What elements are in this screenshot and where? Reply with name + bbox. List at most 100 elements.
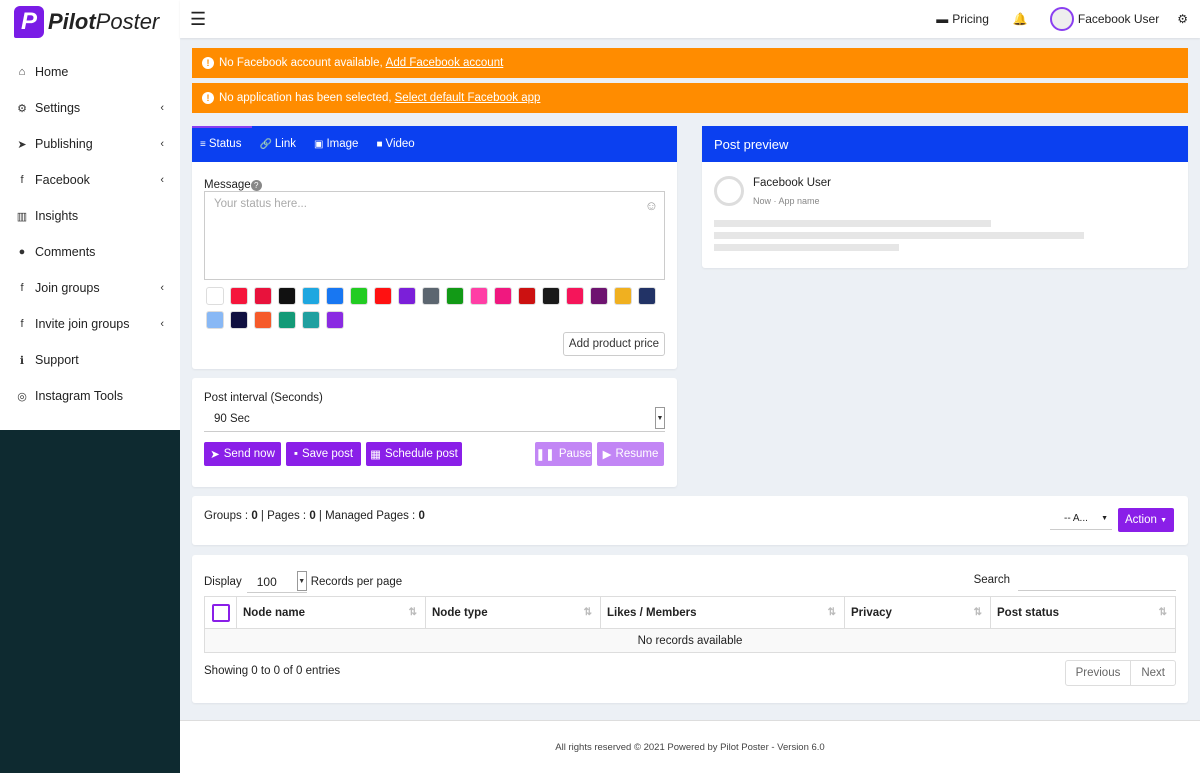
- tab-label: Video: [385, 138, 415, 150]
- save-post-button[interactable]: ▪ Save post: [286, 442, 361, 466]
- column-node-name[interactable]: Node name ⇅: [236, 596, 426, 629]
- sidebar-item-insights[interactable]: ▥ Insights: [0, 198, 180, 234]
- add-product-price-button[interactable]: Add product price: [563, 332, 665, 356]
- table-row: No records available: [204, 628, 1176, 653]
- sidebar-item-support[interactable]: ℹ Support: [0, 342, 180, 378]
- tab-image[interactable]: ▣ Image: [314, 138, 358, 150]
- sidebar-item-comments[interactable]: ● Comments: [0, 234, 180, 270]
- column-node-type[interactable]: Node type ⇅: [425, 596, 601, 629]
- alert-text: No application has been selected,: [219, 92, 392, 104]
- color-swatch[interactable]: [422, 287, 440, 305]
- user-menu[interactable]: Facebook User: [1049, 7, 1160, 31]
- pause-button[interactable]: ❚❚ Pause: [535, 442, 592, 466]
- message-textarea[interactable]: Your status here... ☺: [204, 191, 665, 280]
- color-swatch[interactable]: [278, 287, 296, 305]
- color-swatch[interactable]: [494, 287, 512, 305]
- color-swatch[interactable]: [590, 287, 608, 305]
- caret-down-icon: ▼: [1101, 515, 1108, 522]
- select-facebook-app-link[interactable]: Select default Facebook app: [395, 92, 541, 104]
- color-swatch[interactable]: [302, 287, 320, 305]
- caret-down-icon: ▼: [1160, 516, 1168, 524]
- color-swatch[interactable]: [254, 311, 272, 329]
- column-label: Privacy: [851, 606, 892, 619]
- schedule-post-button[interactable]: ▦ Schedule post: [366, 442, 462, 466]
- money-icon: ▬: [936, 12, 949, 26]
- emoji-icon[interactable]: ☺: [645, 198, 658, 213]
- message-label: Message: [204, 179, 251, 191]
- color-swatch[interactable]: [446, 287, 464, 305]
- sidebar-item-facebook[interactable]: f Facebook ‹: [0, 162, 180, 198]
- tab-label: Image: [326, 138, 359, 150]
- sidebar-item-settings[interactable]: ⚙ Settings ‹: [0, 90, 180, 126]
- resume-button[interactable]: ▶ Resume: [597, 442, 664, 466]
- column-likes-members[interactable]: Likes / Members ⇅: [600, 596, 845, 629]
- color-swatch[interactable]: [350, 287, 368, 305]
- tab-video[interactable]: ■ Video: [376, 138, 414, 150]
- sidebar-item-join-groups[interactable]: f Join groups ‹: [0, 270, 180, 306]
- color-swatch[interactable]: [614, 287, 632, 305]
- action-dropdown-button[interactable]: Action ▼: [1118, 508, 1174, 532]
- filter-select[interactable]: -- A... ▼: [1050, 508, 1112, 530]
- button-label: Save post: [301, 448, 354, 460]
- color-swatch[interactable]: [230, 311, 248, 329]
- records-per-page-select[interactable]: 100 ▼: [246, 571, 307, 593]
- color-swatch[interactable]: [374, 287, 392, 305]
- top-header: ☰ ▬ Pricing 🔔 Facebook User ⚙: [180, 0, 1200, 38]
- next-page-button[interactable]: Next: [1130, 661, 1175, 685]
- sidebar: P PilotPoster ⌂ Home ⚙ Settings ‹ ➤ Publishi…: [0, 0, 180, 773]
- brand[interactable]: P PilotPoster: [0, 0, 180, 44]
- color-swatch[interactable]: [518, 287, 536, 305]
- bell-icon[interactable]: 🔔: [1013, 12, 1028, 26]
- search-input[interactable]: [1018, 569, 1176, 591]
- add-facebook-account-link[interactable]: Add Facebook account: [386, 57, 504, 69]
- sidebar-item-publishing[interactable]: ➤ Publishing ‹: [0, 126, 180, 162]
- chevron-left-icon: ‹: [160, 102, 164, 114]
- pages-label: | Pages :: [260, 510, 307, 522]
- color-swatch[interactable]: [638, 287, 656, 305]
- sidebar-item-instagram-tools[interactable]: ◎ Instagram Tools: [0, 378, 180, 414]
- filter-value: -- A...: [1064, 513, 1088, 524]
- user-name: Facebook User: [1077, 12, 1160, 26]
- color-swatch[interactable]: [278, 311, 296, 329]
- color-swatch[interactable]: [206, 311, 224, 329]
- send-now-button[interactable]: ➤ Send now: [204, 442, 281, 466]
- skeleton-line: [714, 232, 1084, 239]
- color-swatch[interactable]: [206, 287, 224, 305]
- color-swatch[interactable]: [566, 287, 584, 305]
- post-interval-select[interactable]: 90 Sec ▼: [204, 406, 665, 432]
- column-post-status[interactable]: Post status ⇅: [990, 596, 1176, 629]
- table-header-row: Node name ⇅ Node type ⇅ Likes / Members ⇅ P…: [204, 596, 1176, 629]
- facebook-icon: f: [20, 282, 24, 294]
- groups-count: 0: [251, 510, 258, 522]
- paper-plane-icon: ➤: [17, 138, 27, 151]
- sort-icon: ⇅: [973, 607, 982, 618]
- color-swatch[interactable]: [254, 287, 272, 305]
- tab-link[interactable]: 🔗 Link: [259, 138, 296, 150]
- select-all-checkbox[interactable]: [211, 603, 230, 622]
- pricing-link[interactable]: ▬ Pricing: [936, 12, 989, 26]
- color-swatch[interactable]: [302, 311, 320, 329]
- hamburger-menu-icon[interactable]: ☰: [190, 9, 206, 30]
- gears-icon[interactable]: ⚙: [1177, 12, 1188, 26]
- color-swatch[interactable]: [326, 287, 344, 305]
- image-icon: ▣: [314, 138, 324, 150]
- question-icon[interactable]: ?: [250, 180, 262, 191]
- post-interval-value: 90 Sec: [214, 412, 250, 425]
- tab-status[interactable]: ≡ Status: [200, 138, 241, 150]
- color-swatch[interactable]: [398, 287, 416, 305]
- tab-label: Status: [208, 138, 242, 150]
- background-color-swatches: [206, 287, 668, 329]
- sidebar-item-home[interactable]: ⌂ Home: [0, 54, 180, 90]
- color-swatch[interactable]: [326, 311, 344, 329]
- list-icon: ≡: [200, 138, 206, 150]
- preview-avatar: [714, 176, 744, 206]
- chevron-left-icon: ‹: [160, 138, 164, 150]
- color-swatch[interactable]: [230, 287, 248, 305]
- color-swatch[interactable]: [542, 287, 560, 305]
- previous-page-button[interactable]: Previous: [1066, 661, 1131, 685]
- color-swatch[interactable]: [470, 287, 488, 305]
- column-privacy[interactable]: Privacy ⇅: [844, 596, 991, 629]
- display-label: Display: [204, 576, 242, 588]
- node-counts-card: Groups : 0 | Pages : 0 | Managed Pages :…: [192, 496, 1188, 545]
- sidebar-item-invite-join-groups[interactable]: f Invite join groups ‹: [0, 306, 180, 342]
